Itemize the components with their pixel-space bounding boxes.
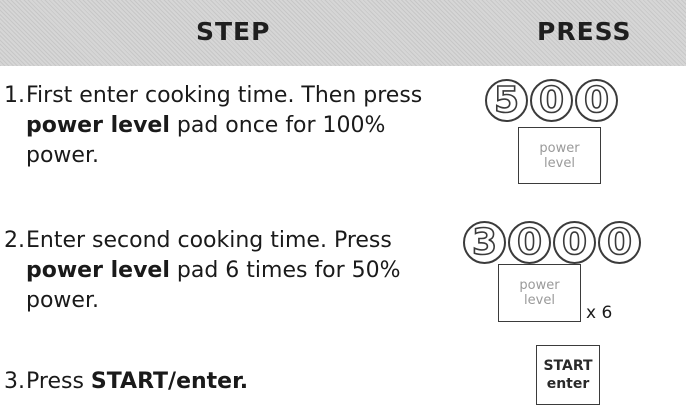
digit-key[interactable]: 0 bbox=[508, 221, 551, 264]
step-column-header: STEP bbox=[196, 17, 271, 46]
digit-key[interactable]: 0 bbox=[598, 221, 641, 264]
bold-key-name: power level bbox=[26, 258, 170, 283]
power-level-key[interactable]: power level bbox=[498, 264, 581, 322]
press-count-label: x 6 bbox=[586, 303, 613, 323]
start-enter-key[interactable]: START enter bbox=[536, 345, 600, 405]
bold-key-name: power level bbox=[26, 113, 170, 138]
bold-key-name: START/enter. bbox=[90, 369, 249, 394]
step-instruction: Press START/enter. bbox=[26, 369, 249, 394]
digit-key[interactable]: 0 bbox=[530, 79, 573, 122]
digit-key[interactable]: 0 bbox=[575, 79, 618, 122]
press-column-header: PRESS bbox=[537, 17, 632, 46]
table-header: STEP PRESS bbox=[0, 0, 686, 66]
step-number: 3. bbox=[4, 369, 25, 394]
digit-keys-3000: 3 0 0 0 bbox=[463, 221, 641, 264]
digit-key[interactable]: 5 bbox=[485, 79, 528, 122]
step-instruction: First enter cooking time. Then press pow… bbox=[26, 83, 423, 168]
step-number: 2. bbox=[4, 228, 25, 253]
digit-key[interactable]: 0 bbox=[553, 221, 596, 264]
power-level-key[interactable]: power level bbox=[518, 127, 601, 184]
digit-key[interactable]: 3 bbox=[463, 221, 506, 264]
step-number: 1. bbox=[4, 83, 25, 108]
digit-keys-500: 5 0 0 bbox=[485, 79, 618, 122]
step-instruction: Enter second cooking time. Press power l… bbox=[26, 228, 401, 313]
